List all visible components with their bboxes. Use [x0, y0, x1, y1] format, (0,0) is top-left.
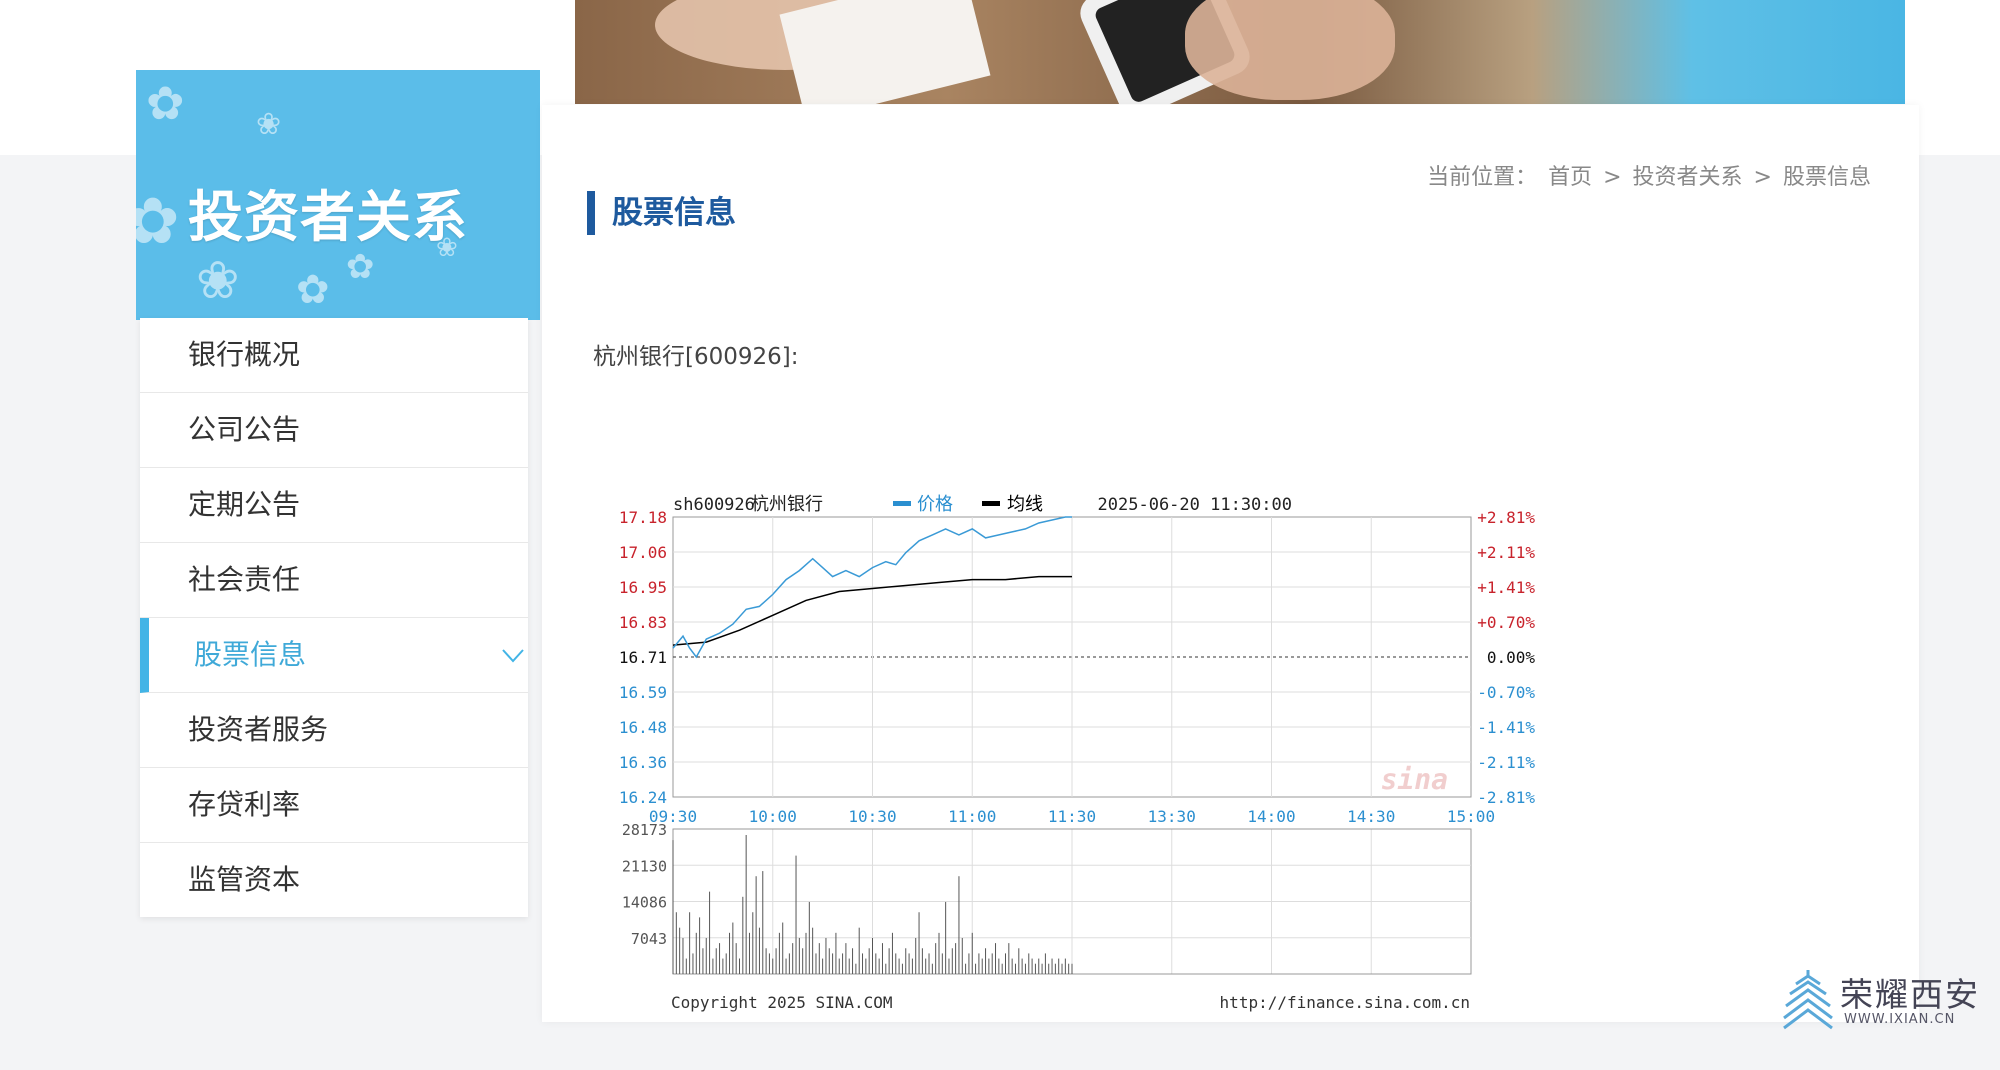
volume-tick-label: 21130 — [622, 857, 667, 875]
breadcrumb-prefix: 当前位置： — [1427, 165, 1538, 190]
sidebar-item-social-responsibility[interactable]: 社会责任 — [140, 543, 528, 618]
price-tick-label: 16.95 — [619, 578, 667, 597]
time-tick-label: 14:00 — [1247, 807, 1295, 826]
sidebar-item-stock-info[interactable]: 股票信息 — [140, 618, 528, 693]
price-tick-label: 16.24 — [619, 788, 667, 807]
banner-image — [575, 0, 1905, 104]
breadcrumb-separator: > — [1603, 165, 1622, 190]
chart-stock-name: 杭州银行 — [751, 494, 823, 515]
sidebar-item-periodic-announcements[interactable]: 定期公告 — [140, 468, 528, 543]
pct-tick-label: -0.70% — [1477, 683, 1535, 702]
volume-tick-label: 14086 — [622, 894, 667, 912]
legend-avg-label: 均线 — [1007, 494, 1043, 515]
chart-source-url: http://finance.sina.com.cn — [1220, 993, 1470, 1012]
breadcrumb-stock-info[interactable]: 股票信息 — [1783, 165, 1871, 190]
price-tick-label: 16.59 — [619, 683, 667, 702]
sidebar-item-label: 投资者服务 — [188, 713, 329, 746]
sidebar-item-label: 社会责任 — [188, 563, 301, 596]
sina-watermark: sina — [1381, 763, 1448, 796]
pct-tick-label: 0.00% — [1487, 648, 1536, 667]
sidebar-item-company-announcements[interactable]: 公司公告 — [140, 393, 528, 468]
pagoda-logo-icon — [1783, 970, 1833, 1030]
watermark-text: 荣耀西安 — [1840, 975, 1980, 1014]
breadcrumb: 当前位置： 首页 > 投资者关系 > 股票信息 — [1425, 159, 1873, 191]
chevron-down-icon — [502, 649, 524, 663]
legend-price-swatch — [893, 501, 911, 506]
sidebar-item-label: 存贷利率 — [188, 788, 301, 821]
time-tick-label: 14:30 — [1347, 807, 1395, 826]
sidebar-title: 投资者关系 — [188, 185, 469, 249]
time-tick-label: 13:30 — [1148, 807, 1196, 826]
sidebar-item-label: 银行概况 — [188, 338, 301, 371]
sidebar-item-investor-services[interactable]: 投资者服务 — [140, 693, 528, 768]
price-tick-label: 16.36 — [619, 753, 667, 772]
time-tick-label: 10:00 — [749, 807, 797, 826]
breadcrumb-investor-relations[interactable]: 投资者关系 — [1633, 165, 1743, 190]
pct-tick-label: +2.81% — [1477, 508, 1535, 527]
legend-avg-swatch — [982, 501, 1000, 506]
price-tick-label: 17.06 — [619, 543, 667, 562]
chart-copyright: Copyright 2025 SINA.COM — [671, 993, 893, 1012]
breadcrumb-home[interactable]: 首页 — [1548, 165, 1592, 190]
pct-tick-label: +2.11% — [1477, 543, 1535, 562]
volume-tick-label: 7043 — [631, 930, 667, 948]
pct-tick-label: +1.41% — [1477, 578, 1535, 597]
sidebar-item-label: 股票信息 — [194, 638, 307, 671]
chart-datetime: 2025-06-20 11:30:00 — [1098, 495, 1292, 515]
sidebar-item-bank-overview[interactable]: 银行概况 — [140, 318, 528, 393]
sidebar-item-label: 监管资本 — [188, 863, 301, 896]
watermark-url: WWW.IXIAN.CN — [1844, 1012, 1956, 1027]
sidebar-nav: 银行概况 公司公告 定期公告 社会责任 股票信息 投资者服务 存贷利率 监管资本 — [140, 318, 528, 917]
price-tick-label: 17.18 — [619, 508, 667, 527]
price-tick-label: 16.48 — [619, 718, 667, 737]
page-title: 股票信息 — [612, 195, 736, 231]
sidebar-item-label: 定期公告 — [188, 488, 301, 521]
time-tick-label: 15:00 — [1447, 807, 1495, 826]
sidebar-item-label: 公司公告 — [188, 413, 301, 446]
stock-label: 杭州银行[600926]: — [593, 344, 799, 370]
legend-price-label: 价格 — [917, 494, 953, 515]
time-tick-label: 10:30 — [848, 807, 896, 826]
pct-tick-label: -1.41% — [1477, 718, 1535, 737]
pct-tick-label: +0.70% — [1477, 613, 1535, 632]
volume-tick-label: 28173 — [622, 821, 667, 839]
price-tick-label: 16.71 — [619, 648, 667, 667]
price-tick-label: 16.83 — [619, 613, 667, 632]
pct-tick-label: -2.11% — [1477, 753, 1535, 772]
site-watermark: 荣耀西安 WWW.IXIAN.CN — [1782, 966, 1982, 1036]
time-tick-label: 11:00 — [948, 807, 996, 826]
section-title-bar — [587, 191, 595, 235]
pct-tick-label: -2.81% — [1477, 788, 1535, 807]
chart-symbol: sh600926 — [673, 495, 755, 515]
sidebar-item-interest-rates[interactable]: 存贷利率 — [140, 768, 528, 843]
main-panel: 当前位置： 首页 > 投资者关系 > 股票信息 股票信息 杭州银行[600926… — [542, 105, 1919, 1022]
stock-chart: sh600926 杭州银行 价格 均线 2025-06-20 11:30:00 … — [619, 494, 1536, 1012]
sidebar-item-regulatory-capital[interactable]: 监管资本 — [140, 843, 528, 917]
time-tick-label: 11:30 — [1048, 807, 1096, 826]
breadcrumb-separator: > — [1753, 165, 1772, 190]
